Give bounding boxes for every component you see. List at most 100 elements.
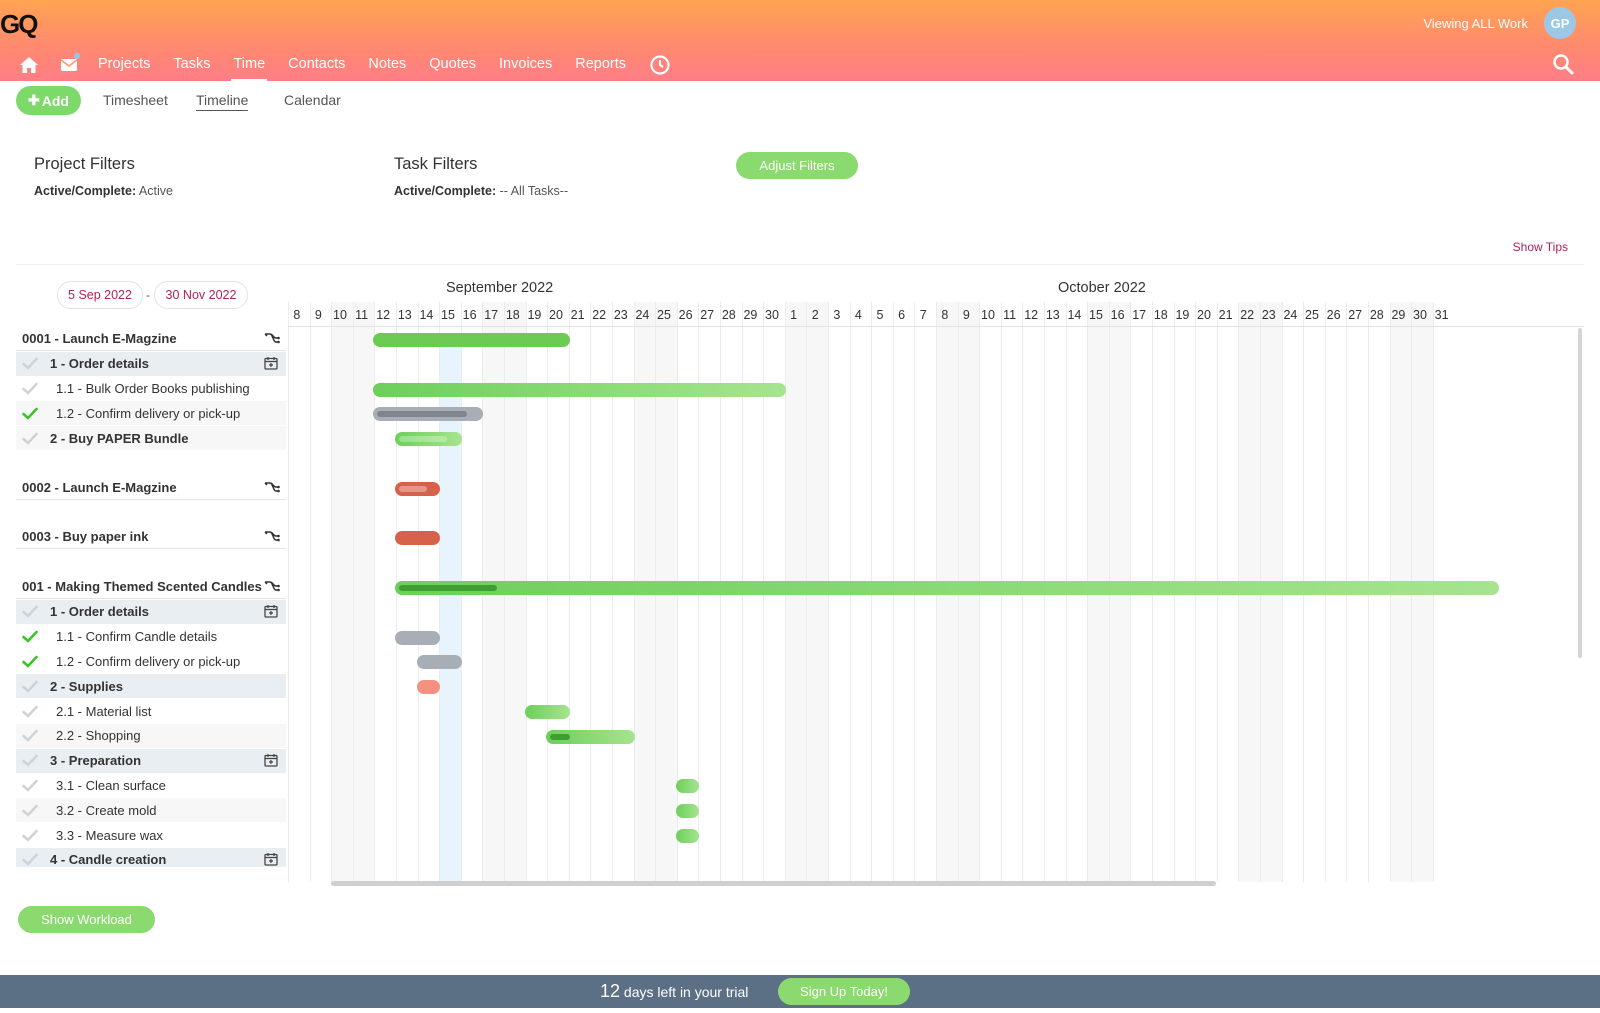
list-item[interactable]: 1.2 - Confirm delivery or pick-up <box>16 649 286 673</box>
check-icon[interactable] <box>16 729 44 743</box>
tab-timeline[interactable]: Timeline <box>196 92 249 111</box>
gantt-bar[interactable] <box>395 432 462 447</box>
gantt-bar[interactable] <box>675 804 700 819</box>
show-tips-link[interactable]: Show Tips <box>1513 240 1568 254</box>
nav-invoices[interactable]: Invoices <box>499 56 552 75</box>
gantt-bar[interactable] <box>395 581 1499 595</box>
gantt-bar[interactable] <box>416 655 462 670</box>
viewing-scope[interactable]: Viewing ALL Work <box>1423 16 1528 31</box>
list-item[interactable]: 3.2 - Create mold <box>16 798 286 823</box>
day-label: 16 <box>462 308 477 322</box>
nav-notes[interactable]: Notes <box>368 56 406 75</box>
gantt-bar[interactable] <box>395 531 441 546</box>
gantt-bar[interactable] <box>546 729 635 744</box>
check-icon[interactable] <box>16 407 44 420</box>
list-item[interactable]: 1.1 - Bulk Order Books publishing <box>16 377 286 401</box>
calendar-icon[interactable] <box>264 604 280 620</box>
end-date-picker[interactable]: 30 Nov 2022 <box>154 281 248 309</box>
gantt-timeline: 8 9 10 11 12 13 14 15 16 17 18 19 20 21 22 23 24 25 26 27 28… <box>288 270 1584 882</box>
gantt-bar[interactable] <box>675 779 700 794</box>
day-label: 14 <box>419 308 434 322</box>
list-item[interactable]: 1 - Order details <box>16 351 286 376</box>
list-item[interactable]: 4 - Candle creation <box>16 847 286 867</box>
check-icon[interactable] <box>16 705 44 718</box>
nav-time[interactable]: Time <box>231 56 267 81</box>
check-icon[interactable] <box>16 754 44 767</box>
check-icon[interactable] <box>16 853 44 867</box>
hierarchy-icon[interactable] <box>264 331 280 347</box>
today-column <box>439 342 461 882</box>
check-icon[interactable] <box>16 630 44 643</box>
list-item[interactable]: 0001 - Launch E-Magzine <box>16 327 286 351</box>
gq-logo[interactable]: GQ <box>0 8 46 38</box>
calendar-icon[interactable] <box>264 753 280 769</box>
check-icon[interactable] <box>16 357 44 371</box>
nav-contacts[interactable]: Contacts <box>288 56 345 75</box>
hierarchy-icon[interactable] <box>264 480 280 496</box>
list-item[interactable]: 001 - Making Themed Scented Candles <box>16 575 286 599</box>
item-label: 2.2 - Shopping <box>56 728 141 744</box>
calendar-icon[interactable] <box>264 852 280 867</box>
day-label: 23 <box>613 308 628 322</box>
home-icon[interactable] <box>18 54 40 76</box>
nav-projects[interactable]: Projects <box>98 56 150 75</box>
check-icon[interactable] <box>16 382 44 395</box>
gantt-bar-progress <box>399 585 498 591</box>
list-item[interactable]: 2 - Supplies <box>16 674 286 699</box>
hierarchy-icon[interactable] <box>264 529 280 545</box>
gantt-bar[interactable] <box>675 829 700 843</box>
calendar-icon[interactable] <box>264 356 280 372</box>
list-item[interactable]: 2.2 - Shopping <box>16 723 286 748</box>
check-icon[interactable] <box>16 605 44 619</box>
gantt-bar[interactable] <box>395 481 441 496</box>
list-item[interactable]: 3.3 - Measure wax <box>16 823 286 847</box>
check-icon[interactable] <box>16 680 44 693</box>
list-item[interactable]: 2 - Buy PAPER Bundle <box>16 426 286 451</box>
nav-reports[interactable]: Reports <box>575 56 626 75</box>
avatar[interactable]: GP <box>1544 7 1576 39</box>
show-workload-button[interactable]: Show Workload <box>18 906 155 933</box>
gantt-bar[interactable] <box>395 630 441 645</box>
header-divider <box>288 326 1584 327</box>
gantt-bar[interactable] <box>373 407 484 422</box>
list-item[interactable]: 2.1 - Material list <box>16 699 286 723</box>
gantt-bar[interactable] <box>524 705 570 719</box>
add-button[interactable]: ✚ Add <box>16 86 81 115</box>
list-item[interactable]: 1 - Order details <box>16 599 286 624</box>
nav-quotes[interactable]: Quotes <box>429 56 476 75</box>
item-label: 3.1 - Clean surface <box>56 777 166 793</box>
item-label: 0001 - Launch E-Magzine <box>22 331 177 346</box>
check-icon[interactable] <box>16 432 44 445</box>
check-icon[interactable] <box>16 779 44 792</box>
sign-up-button[interactable]: Sign Up Today! <box>778 978 910 1005</box>
tab-calendar[interactable]: Calendar <box>284 92 341 108</box>
day-label: 19 <box>1175 308 1190 322</box>
hierarchy-icon[interactable] <box>264 579 280 595</box>
item-label: 1.2 - Confirm delivery or pick-up <box>56 653 241 669</box>
trial-footer: 12 days left in your trial Sign Up Today… <box>0 975 1600 1008</box>
nav-tasks[interactable]: Tasks <box>173 56 210 75</box>
list-item[interactable]: 3 - Preparation <box>16 748 286 773</box>
adjust-filters-button[interactable]: Adjust Filters <box>736 152 858 179</box>
day-label: 13 <box>1045 308 1060 322</box>
gantt-bar[interactable] <box>373 382 786 397</box>
list-item[interactable]: 0002 - Launch E-Magzine <box>16 476 286 500</box>
list-item[interactable]: 1.2 - Confirm delivery or pick-up <box>16 401 286 426</box>
month-label: September 2022 <box>446 280 554 296</box>
tab-timesheet[interactable]: Timesheet <box>103 92 168 108</box>
list-item[interactable]: 1.1 - Confirm Candle details <box>16 625 286 649</box>
gantt-bar[interactable] <box>416 680 441 695</box>
check-icon[interactable] <box>16 829 44 842</box>
mail-icon[interactable] <box>58 53 80 76</box>
start-date-picker[interactable]: 5 Sep 2022 <box>57 281 143 309</box>
list-item[interactable]: 0003 - Buy paper ink <box>16 525 286 550</box>
horizontal-scrollbar[interactable] <box>331 881 1216 886</box>
day-gridline <box>309 302 311 882</box>
gantt-bar[interactable] <box>373 333 570 347</box>
vertical-scrollbar[interactable] <box>1578 328 1582 658</box>
clock-icon[interactable] <box>649 54 671 76</box>
check-icon[interactable] <box>16 655 44 668</box>
check-icon[interactable] <box>16 804 44 817</box>
list-item[interactable]: 3.1 - Clean surface <box>16 773 286 797</box>
search-icon[interactable] <box>1552 53 1574 75</box>
